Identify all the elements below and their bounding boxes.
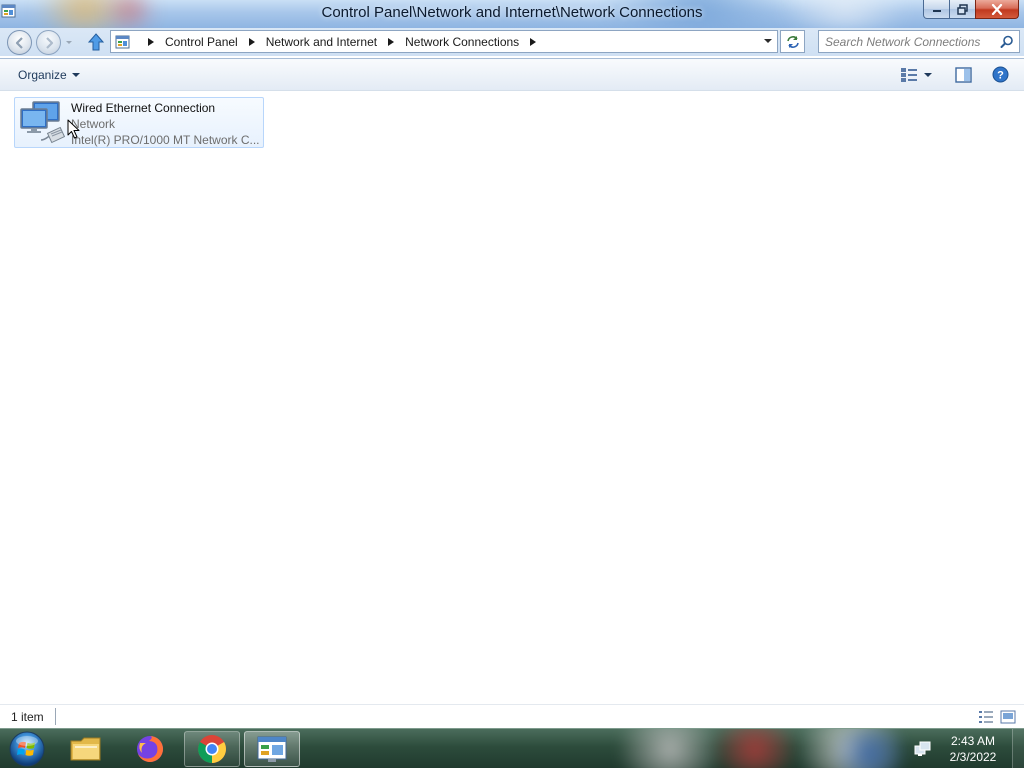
organize-button[interactable]: Organize: [12, 64, 86, 85]
breadcrumb-network-and-internet[interactable]: Network and Internet: [266, 35, 377, 49]
restore-icon: [957, 3, 968, 15]
up-arrow-icon[interactable]: [87, 33, 105, 51]
help-icon: ?: [992, 66, 1009, 83]
taskbar-windows-explorer[interactable]: [58, 731, 114, 767]
command-bar: Organize ?: [0, 59, 1024, 90]
windows-explorer-icon: [70, 737, 101, 761]
file-list[interactable]: Wired Ethernet Connection Network Intel(…: [0, 91, 1024, 704]
firefox-icon: [137, 736, 163, 762]
preview-pane-icon: [955, 66, 972, 83]
details-view-icon[interactable]: [978, 710, 994, 724]
taskbar-chrome[interactable]: [184, 731, 240, 767]
change-view-icon: [901, 67, 917, 82]
breadcrumb-control-panel[interactable]: Control Panel: [165, 35, 238, 49]
close-button[interactable]: [975, 0, 1019, 19]
windows-start-orb-icon: [9, 731, 45, 767]
clock-date: 2/3/2022: [949, 750, 997, 764]
show-desktop-button[interactable]: [1012, 729, 1024, 768]
window-title: Control Panel\Network and Internet\Netwo…: [321, 4, 703, 21]
item-count: 1 item: [11, 710, 44, 724]
svg-text:?: ?: [997, 70, 1004, 82]
change-view-button[interactable]: [900, 65, 938, 84]
network-icon[interactable]: [914, 740, 932, 758]
control-panel-icon: [257, 736, 287, 762]
breadcrumb-network-connections[interactable]: Network Connections: [405, 35, 519, 49]
help-button[interactable]: ?: [992, 65, 1009, 84]
search-icon[interactable]: [1000, 35, 1014, 49]
chevron-right-icon: [530, 37, 537, 46]
taskbar-firefox[interactable]: [122, 731, 178, 767]
close-icon: [991, 3, 1003, 15]
clock-time: 2:43 AM: [950, 734, 996, 748]
connection-tile[interactable]: Wired Ethernet Connection Network Intel(…: [14, 97, 264, 148]
large-icons-view-icon[interactable]: [1000, 710, 1016, 724]
chevron-right-icon: [388, 37, 395, 46]
chevron-down-icon: [924, 72, 932, 77]
chevron-right-icon: [148, 37, 154, 46]
breadcrumb-separator[interactable]: [384, 35, 398, 49]
chevron-down-icon: [71, 72, 80, 77]
search-box[interactable]: [818, 30, 1020, 53]
chrome-icon: [198, 735, 226, 763]
connection-device: Intel(R) PRO/1000 MT Network C...: [71, 133, 260, 147]
network-adapter-icon: [20, 101, 65, 144]
forward-button[interactable]: [36, 30, 61, 55]
taskbar-control-panel[interactable]: [244, 731, 300, 767]
minimize-button[interactable]: [923, 0, 950, 19]
control-panel-icon: [115, 35, 130, 48]
address-row: Control Panel Network and Internet Netwo…: [0, 28, 1024, 56]
organize-label: Organize: [18, 67, 67, 82]
forward-arrow-icon: [45, 36, 53, 49]
back-arrow-icon: [15, 36, 23, 49]
connection-name: Wired Ethernet Connection: [71, 101, 216, 115]
title-bar[interactable]: Control Panel\Network and Internet\Netwo…: [0, 0, 1024, 28]
refresh-button[interactable]: [780, 30, 805, 53]
preview-pane-button[interactable]: [955, 65, 973, 84]
status-bar: 1 item: [0, 704, 1024, 728]
chevron-right-icon: [248, 37, 255, 46]
taskbar: 2:43 AM 2/3/2022: [0, 728, 1024, 768]
start-button[interactable]: [4, 730, 50, 768]
minimize-icon: [932, 10, 941, 12]
status-divider: [55, 708, 56, 725]
mouse-cursor: [67, 119, 80, 139]
breadcrumb-separator[interactable]: [526, 35, 540, 49]
back-button[interactable]: [7, 30, 32, 55]
search-input[interactable]: [825, 34, 997, 50]
recent-pages-dropdown-icon[interactable]: [64, 38, 74, 48]
refresh-icon: [786, 35, 799, 48]
restore-button[interactable]: [949, 0, 976, 19]
address-history-dropdown-icon[interactable]: [762, 35, 774, 47]
system-clock[interactable]: 2:43 AM 2/3/2022: [940, 733, 1006, 765]
breadcrumb-separator[interactable]: [245, 35, 259, 49]
address-bar[interactable]: Control Panel Network and Internet Netwo…: [110, 30, 778, 53]
breadcrumb-separator[interactable]: [144, 35, 158, 49]
